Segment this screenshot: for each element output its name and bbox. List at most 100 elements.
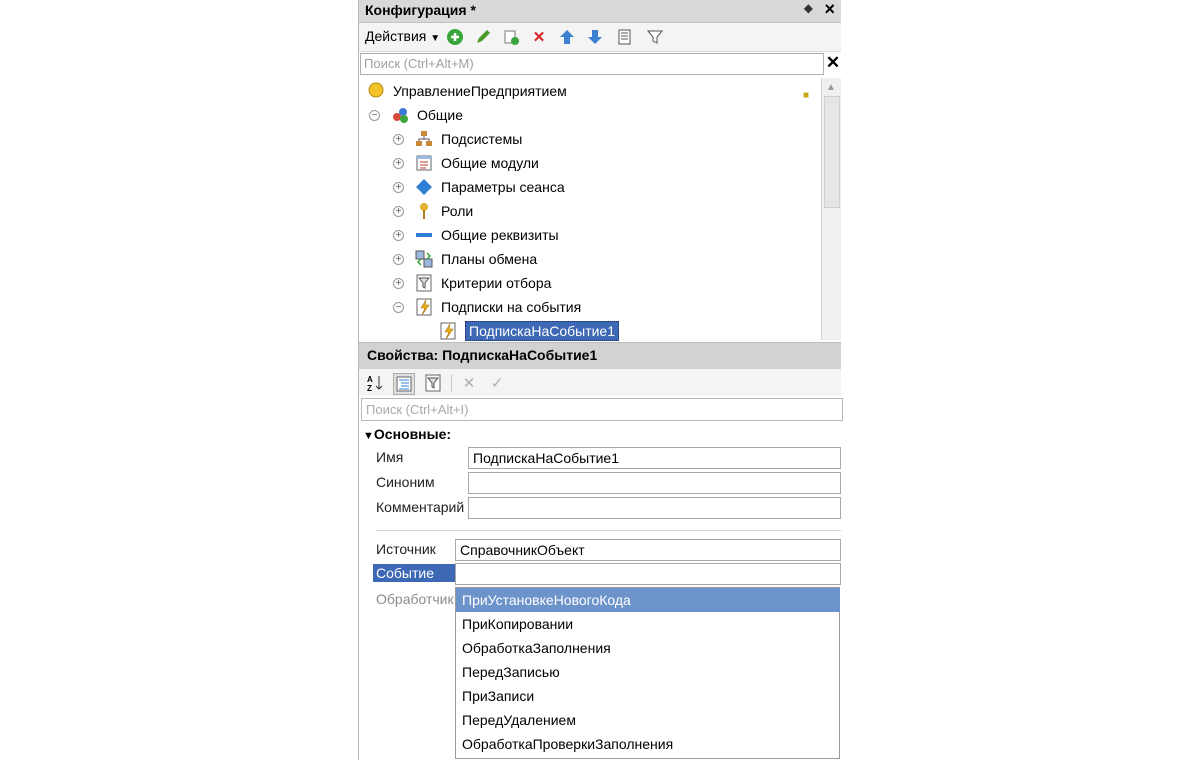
lock-icon: ■ xyxy=(803,90,810,101)
tree-item-common-modules[interactable]: + Общие модули xyxy=(393,152,539,174)
move-up-icon[interactable] xyxy=(557,27,577,47)
subsystems-icon xyxy=(415,130,433,148)
filter-criteria-icon xyxy=(415,274,433,292)
scroll-up-icon[interactable]: ▲ xyxy=(826,82,836,93)
categorized-view-icon[interactable] xyxy=(393,373,415,395)
tree-item-subsystems[interactable]: + Подсистемы xyxy=(393,128,522,150)
event-subscription-icon xyxy=(415,298,433,316)
tree-item-common[interactable]: − Общие xyxy=(369,104,463,126)
tree-item-label: Подписки на события xyxy=(441,299,582,315)
source-field[interactable]: СправочникОбъект xyxy=(455,539,841,561)
tree-item-label: Параметры сеанса xyxy=(441,179,565,195)
edit-icon[interactable] xyxy=(473,27,493,47)
sort-alphabetical-icon[interactable]: AZ xyxy=(365,373,385,393)
expand-icon[interactable]: + xyxy=(393,229,404,241)
tree-item-filter-criteria[interactable]: + Критерии отбора xyxy=(393,272,551,294)
tree-scrollbar[interactable]: ▲ xyxy=(821,78,841,340)
event-dropdown-list: ПриУстановкеНовогоКода ПриКопировании Об… xyxy=(455,587,840,759)
tree-item-label: УправлениеПредприятием xyxy=(393,83,567,99)
session-params-icon xyxy=(415,178,433,196)
tree-item-label: Критерии отбора xyxy=(441,275,552,291)
expand-icon[interactable]: + xyxy=(393,205,404,217)
expand-icon[interactable]: + xyxy=(393,253,404,265)
add-icon[interactable] xyxy=(445,27,465,47)
exchange-plan-icon xyxy=(415,250,433,268)
scrollbar-thumb[interactable] xyxy=(824,96,840,208)
collapse-icon[interactable]: − xyxy=(369,109,380,121)
pin-icon[interactable]: ◆ xyxy=(804,1,813,15)
filter-icon[interactable] xyxy=(645,27,665,47)
tree-item-root[interactable]: УправлениеПредприятием xyxy=(367,80,567,102)
svg-text:A: A xyxy=(367,375,373,384)
tree-item-subscription1[interactable]: ПодпискаНаСобытие1 xyxy=(439,320,620,342)
event-subscription-icon xyxy=(439,322,457,340)
copy-icon[interactable] xyxy=(501,27,521,47)
tree-item-label: Общие реквизиты xyxy=(441,227,559,243)
tree-item-label: Роли xyxy=(441,203,474,219)
source-value: СправочникОбъект xyxy=(460,542,585,558)
properties-search-input[interactable]: Поиск (Ctrl+Alt+I) xyxy=(361,398,843,421)
tree-item-common-attributes[interactable]: + Общие реквизиты xyxy=(393,224,559,246)
group-main[interactable]: ▼Основные: xyxy=(363,426,451,442)
name-label: Имя xyxy=(376,449,404,465)
metadata-tree: УправлениеПредприятием ■ − Общие + Подси… xyxy=(359,78,821,342)
collapse-arrow-icon: ▼ xyxy=(363,430,374,442)
properties-filter-icon[interactable] xyxy=(423,373,443,393)
expand-icon[interactable]: + xyxy=(393,133,404,145)
config-root-icon xyxy=(367,82,385,100)
tree-item-roles[interactable]: + Роли xyxy=(393,200,473,222)
event-option[interactable]: ПередУдалением xyxy=(456,708,840,732)
config-toolbar: Действия ▼ ✕ xyxy=(359,23,841,52)
config-title: Конфигурация * xyxy=(365,2,476,18)
tree-item-label-selected: ПодпискаНаСобытие1 xyxy=(465,321,620,341)
collapse-icon[interactable]: − xyxy=(393,301,404,313)
group-label: Основные: xyxy=(373,426,452,442)
properties-title: Свойства: ПодпискаНаСобытие1 xyxy=(367,347,598,363)
move-down-icon[interactable] xyxy=(585,27,605,47)
attribute-icon xyxy=(415,226,433,244)
svg-text:Z: Z xyxy=(367,384,372,392)
properties-toolbar: AZ ✕ ✓ xyxy=(359,369,841,396)
config-search-placeholder: Поиск (Ctrl+Alt+M) xyxy=(364,56,474,71)
event-option[interactable]: ОбработкаЗаполнения xyxy=(456,636,840,660)
expand-icon[interactable]: + xyxy=(393,277,404,289)
event-label: Событие xyxy=(373,564,457,582)
tree-item-session-params[interactable]: + Параметры сеанса xyxy=(393,176,565,198)
confirm-icon[interactable]: ✓ xyxy=(487,373,507,393)
clear-search-icon[interactable]: ✕ xyxy=(825,53,841,73)
close-icon[interactable]: × xyxy=(824,0,835,20)
actions-menu[interactable]: Действия ▼ xyxy=(365,28,440,44)
tree-item-label: Подсистемы xyxy=(441,131,523,147)
event-option[interactable]: ПриЗаписи xyxy=(456,684,840,708)
properties-search-placeholder: Поиск (Ctrl+Alt+I) xyxy=(366,402,469,417)
dropdown-arrow-icon: ▼ xyxy=(430,33,441,44)
config-title-bar: Конфигурация * ◆ × xyxy=(359,0,841,23)
event-option[interactable]: ПриКопировании xyxy=(456,612,840,636)
name-value: ПодпискаНаСобытие1 xyxy=(473,450,620,466)
role-icon xyxy=(415,202,433,220)
synonym-label: Синоним xyxy=(376,474,435,490)
properties-title-bar: Свойства: ПодпискаНаСобытие1 xyxy=(359,342,841,370)
delete-icon[interactable]: ✕ xyxy=(529,27,549,47)
synonym-field[interactable] xyxy=(468,472,841,494)
event-option[interactable]: ОбработкаПроверкиЗаполнения xyxy=(456,732,840,756)
cancel-icon[interactable]: ✕ xyxy=(459,373,479,393)
tree-item-exchange-plans[interactable]: + Планы обмена xyxy=(393,248,537,270)
event-field[interactable] xyxy=(455,563,841,585)
handler-label: Обработчик xyxy=(376,591,454,607)
tree-item-event-subscriptions[interactable]: − Подписки на события xyxy=(393,296,581,318)
name-field[interactable]: ПодпискаНаСобытие1 xyxy=(468,447,841,469)
expand-icon[interactable]: + xyxy=(393,181,404,193)
actions-label: Действия xyxy=(365,28,427,44)
source-label: Источник xyxy=(376,541,436,557)
config-search-input[interactable]: Поиск (Ctrl+Alt+M) xyxy=(360,53,824,75)
comment-field[interactable] xyxy=(468,497,841,519)
tree-item-label: Планы обмена xyxy=(441,251,538,267)
tree-item-label: Общие модули xyxy=(441,155,539,171)
expand-icon[interactable]: + xyxy=(393,157,404,169)
sort-list-icon[interactable] xyxy=(615,27,635,47)
divider xyxy=(376,530,841,531)
event-option[interactable]: ПередЗаписью xyxy=(456,660,840,684)
toolbar-divider xyxy=(451,374,452,392)
event-option[interactable]: ПриУстановкеНовогоКода xyxy=(456,588,840,612)
